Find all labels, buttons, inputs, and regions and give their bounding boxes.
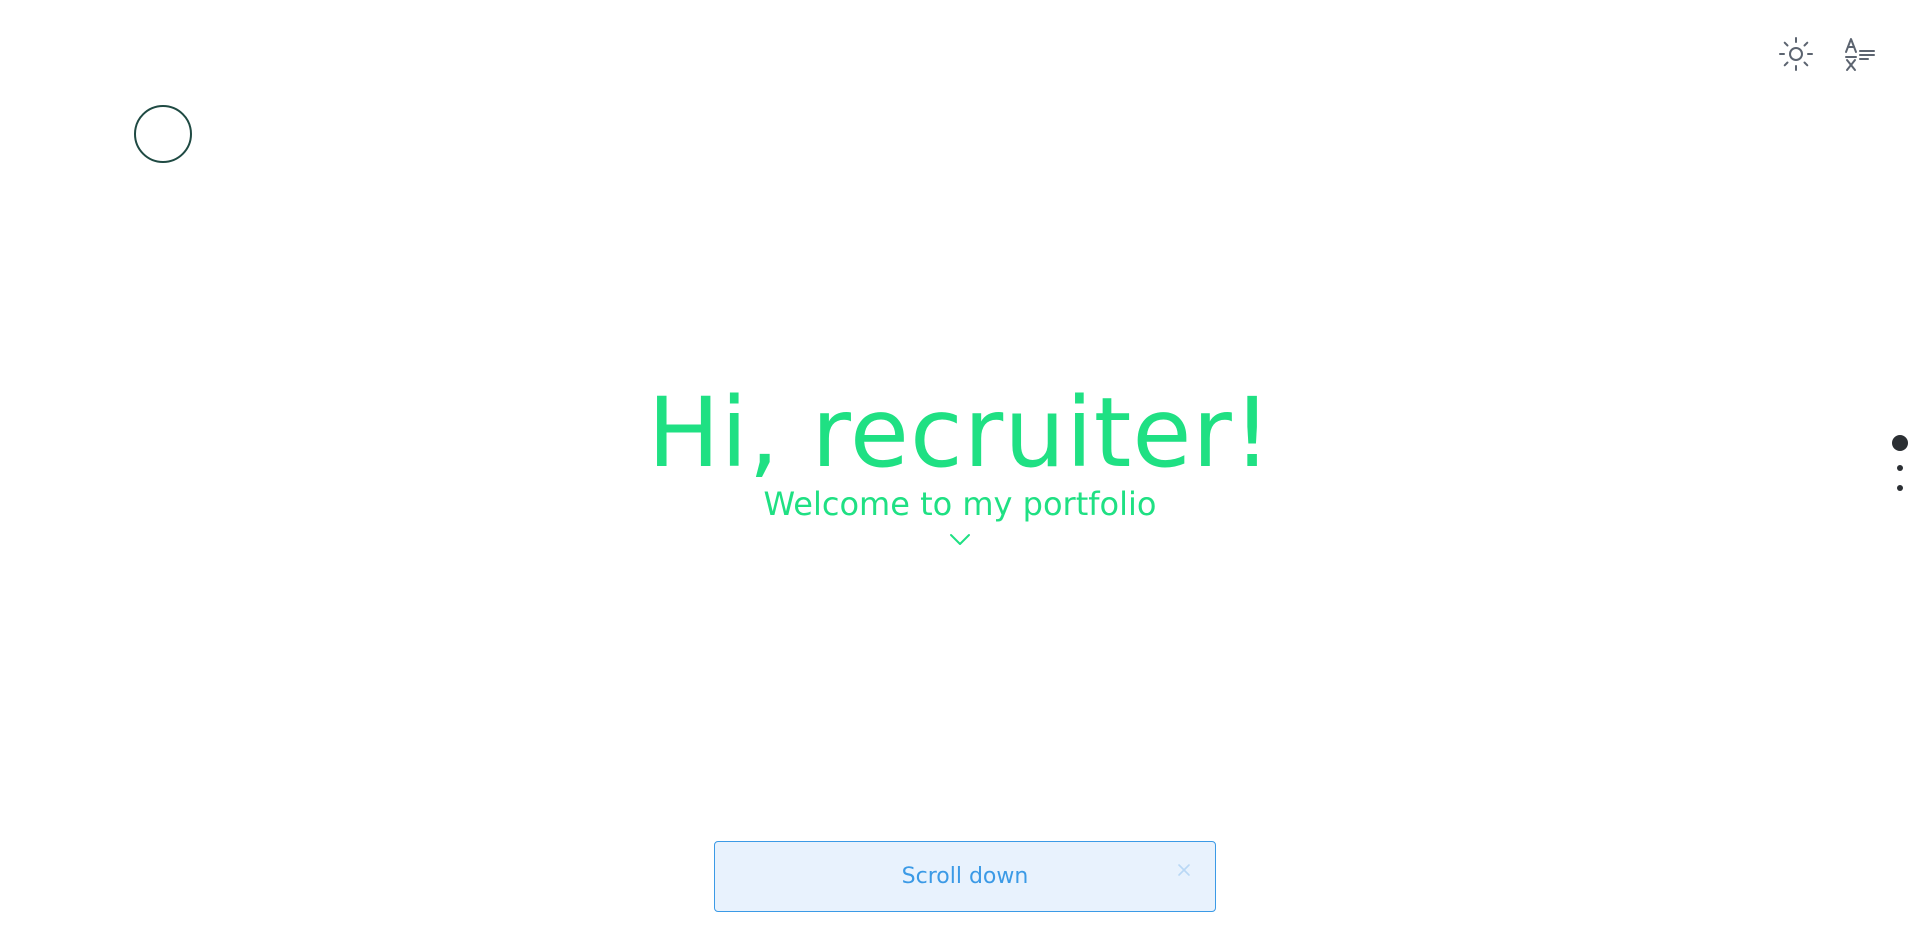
- hero-subtitle: Welcome to my portfolio: [763, 485, 1157, 523]
- language-button[interactable]: [1842, 36, 1878, 72]
- sun-icon: [1779, 37, 1813, 71]
- section-dot-3[interactable]: [1897, 485, 1903, 491]
- top-actions: [1778, 36, 1878, 72]
- hero-title: Hi, recruiter!: [647, 377, 1273, 489]
- scroll-down-toast: Scroll down: [714, 841, 1216, 912]
- close-icon: [1178, 864, 1190, 876]
- hero: Hi, recruiter! Welcome to my portfolio: [0, 378, 1920, 548]
- chevron-down-icon: [950, 534, 970, 545]
- toast-close-button[interactable]: [1177, 862, 1191, 876]
- translate-icon: [1845, 38, 1875, 71]
- section-dot-1[interactable]: [1892, 435, 1908, 451]
- page: Hi, recruiter! Welcome to my portfolio S…: [0, 0, 1920, 932]
- toast-message: Scroll down: [901, 863, 1029, 889]
- scroll-down-button[interactable]: [948, 532, 972, 548]
- logo[interactable]: [134, 105, 192, 163]
- section-dot-2[interactable]: [1897, 465, 1903, 471]
- section-nav: [1892, 435, 1908, 491]
- theme-toggle-button[interactable]: [1778, 36, 1814, 72]
